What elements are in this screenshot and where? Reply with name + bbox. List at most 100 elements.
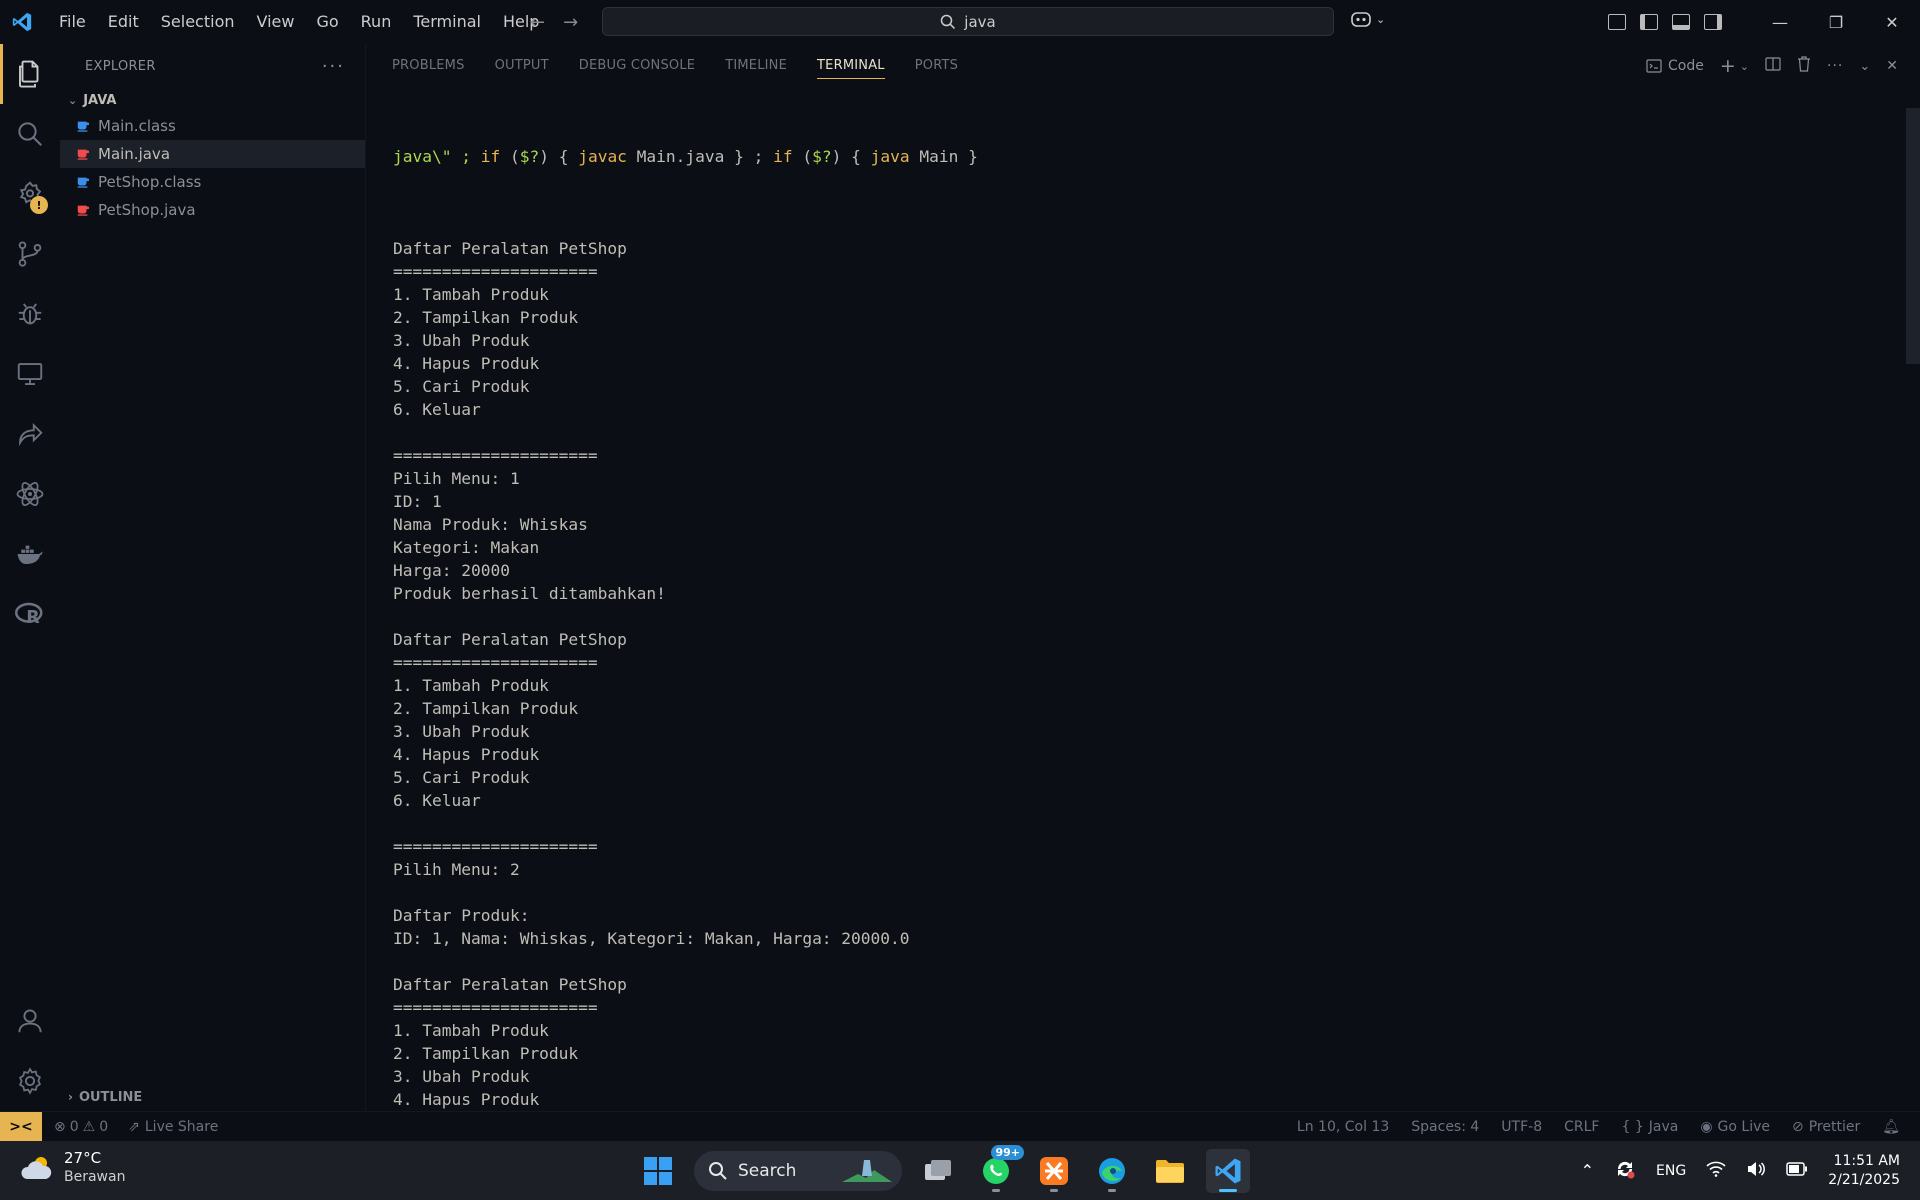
- terminal-line: 5. Cari Produk: [393, 377, 530, 396]
- menu-view[interactable]: View: [246, 0, 306, 44]
- language-mode[interactable]: { } Java: [1621, 1119, 1678, 1135]
- minimize-button[interactable]: —: [1752, 0, 1808, 44]
- command-text: Main.java } ;: [626, 147, 774, 166]
- activity-run-debug[interactable]: [0, 284, 60, 344]
- terminal-line: =====================: [393, 998, 598, 1017]
- prettier-status[interactable]: ⊘ Prettier: [1792, 1119, 1860, 1135]
- menu-run[interactable]: Run: [350, 0, 403, 44]
- edge-browser-app[interactable]: [1090, 1149, 1134, 1193]
- search-icon: [709, 1162, 727, 1180]
- activity-live-share[interactable]: [0, 404, 60, 464]
- system-clock[interactable]: 11:51 AM 2/21/2025: [1828, 1152, 1900, 1190]
- problems-indicator[interactable]: ⊗ 0 ⚠ 0: [54, 1119, 108, 1135]
- close-window-button[interactable]: ✕: [1864, 0, 1920, 44]
- terminal-line: Produk berhasil ditambahkan!: [393, 584, 666, 603]
- folder-root[interactable]: ⌄ JAVA: [60, 88, 365, 112]
- activity-remote-explorer[interactable]: [0, 344, 60, 404]
- wifi-icon[interactable]: [1706, 1161, 1726, 1181]
- toggle-panel-icon[interactable]: [1672, 14, 1690, 30]
- customize-layout-icon[interactable]: [1608, 14, 1626, 30]
- tab-terminal[interactable]: TERMINAL: [802, 44, 900, 88]
- battery-icon[interactable]: [1786, 1161, 1808, 1180]
- activity-docker[interactable]: [0, 524, 60, 584]
- tab-output[interactable]: OUTPUT: [480, 44, 564, 88]
- sync-icon[interactable]: [1614, 1158, 1636, 1184]
- indentation[interactable]: Spaces: 4: [1411, 1119, 1479, 1135]
- activity-bottom: [0, 991, 60, 1111]
- activity-explorer[interactable]: [0, 44, 60, 104]
- error-count: 0: [69, 1118, 79, 1135]
- file-name: PetShop.java: [98, 201, 196, 219]
- terminal-selector[interactable]: Code: [1646, 58, 1704, 74]
- vscode-app[interactable]: [1206, 1149, 1250, 1193]
- whatsapp-app[interactable]: 99+: [974, 1145, 1024, 1193]
- activity-search[interactable]: [0, 104, 60, 164]
- menu-terminal[interactable]: Terminal: [402, 0, 492, 44]
- new-terminal-plus-icon[interactable]: +: [1720, 55, 1736, 77]
- volume-icon[interactable]: [1746, 1161, 1766, 1181]
- menu-edit[interactable]: Edit: [97, 0, 150, 44]
- input-language[interactable]: ENG: [1656, 1163, 1686, 1179]
- tab-timeline[interactable]: TIMELINE: [710, 44, 802, 88]
- file-item[interactable]: PetShop.class: [60, 168, 365, 196]
- terminal-line: Pilih Menu: 2: [393, 860, 520, 879]
- java-class-file-icon: [77, 177, 90, 188]
- activity-manage[interactable]: [0, 1051, 60, 1111]
- file-explorer-app[interactable]: [1148, 1149, 1192, 1193]
- cursor-position[interactable]: Ln 10, Col 13: [1297, 1119, 1389, 1135]
- encoding[interactable]: UTF-8: [1501, 1119, 1542, 1135]
- forward-arrow-icon[interactable]: →: [563, 12, 578, 33]
- menu-file[interactable]: File: [48, 0, 97, 44]
- toggle-primary-sidebar-icon[interactable]: [1640, 14, 1658, 30]
- chevron-down-icon[interactable]: ⌄: [1740, 60, 1749, 73]
- more-actions-icon[interactable]: ···: [322, 56, 345, 77]
- notifications-bell-icon[interactable]: 🔔︎: [1882, 1119, 1900, 1135]
- menu-selection[interactable]: Selection: [150, 0, 246, 44]
- terminal-line: Daftar Produk:: [393, 906, 530, 925]
- command-center-search[interactable]: java: [602, 7, 1334, 36]
- task-view-button[interactable]: [916, 1149, 960, 1193]
- restore-button[interactable]: ❐: [1808, 0, 1864, 44]
- tab-debug-console[interactable]: DEBUG CONSOLE: [564, 44, 710, 88]
- back-arrow-icon[interactable]: ←: [530, 12, 545, 33]
- terminal-line: 1. Tambah Produk: [393, 285, 549, 304]
- terminal-line: 2. Tampilkan Produk: [393, 308, 579, 327]
- tab-ports[interactable]: PORTS: [900, 44, 973, 88]
- weather-widget[interactable]: 27°C Berawan: [20, 1149, 125, 1187]
- maximize-panel-chevron-icon[interactable]: ⌄: [1859, 59, 1870, 74]
- windows-logo-icon: [644, 1157, 672, 1185]
- warning-icon: ⚠: [82, 1118, 96, 1135]
- xampp-app[interactable]: [1032, 1149, 1076, 1193]
- terminal-output[interactable]: java\" ; if ($?) { javac Main.java } ; i…: [393, 99, 1873, 1200]
- go-live-button[interactable]: ◉ Go Live: [1700, 1119, 1770, 1135]
- outline-section[interactable]: › OUTLINE: [60, 1083, 366, 1111]
- split-terminal-icon[interactable]: [1765, 57, 1781, 75]
- show-hidden-icons-chevron-icon[interactable]: ⌃: [1581, 1161, 1594, 1180]
- file-item-selected[interactable]: Main.java: [60, 140, 365, 168]
- copilot-button[interactable]: ⌄: [1350, 10, 1385, 28]
- folder-name: JAVA: [83, 92, 117, 108]
- remote-indicator-icon[interactable]: ><: [0, 1111, 42, 1142]
- start-button[interactable]: [636, 1149, 680, 1193]
- tab-problems[interactable]: PROBLEMS: [392, 44, 480, 88]
- more-actions-icon[interactable]: ···: [1827, 58, 1843, 74]
- terminal-scrollbar[interactable]: [1906, 108, 1920, 364]
- activity-react[interactable]: [0, 464, 60, 524]
- taskbar-search-box[interactable]: Search: [694, 1151, 902, 1191]
- running-indicator: [992, 1189, 1000, 1192]
- menu-go[interactable]: Go: [305, 0, 349, 44]
- live-share-status[interactable]: ⇗ Live Share: [128, 1119, 218, 1135]
- end-of-line[interactable]: CRLF: [1564, 1119, 1599, 1135]
- activity-accounts[interactable]: [0, 991, 60, 1051]
- activity-source-control[interactable]: [0, 224, 60, 284]
- file-item[interactable]: Main.class: [60, 112, 365, 140]
- file-item[interactable]: PetShop.java: [60, 196, 365, 224]
- command-variable: $?: [812, 147, 832, 166]
- toggle-secondary-sidebar-icon[interactable]: [1704, 14, 1722, 30]
- activity-r[interactable]: R: [0, 584, 60, 644]
- activity-extensions[interactable]: !: [0, 164, 60, 224]
- trash-icon[interactable]: [1797, 56, 1811, 76]
- close-panel-icon[interactable]: ✕: [1886, 58, 1898, 74]
